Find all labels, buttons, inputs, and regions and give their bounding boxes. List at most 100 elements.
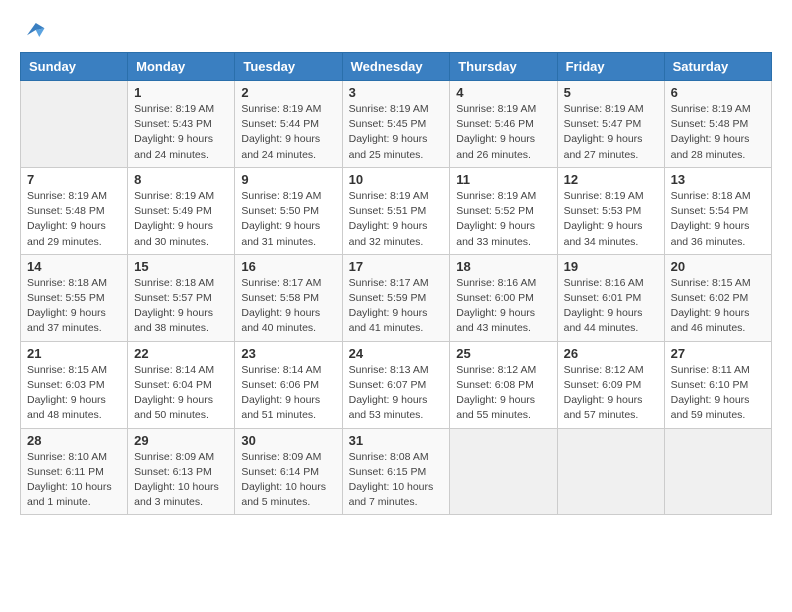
day-detail: Sunrise: 8:19 AMSunset: 5:48 PMDaylight:… [27,189,121,250]
calendar-cell: 28 Sunrise: 8:10 AMSunset: 6:11 PMDayligh… [21,428,128,515]
day-detail: Sunrise: 8:13 AMSunset: 6:07 PMDaylight:… [349,363,444,424]
day-number: 10 [349,172,444,187]
day-detail: Sunrise: 8:19 AMSunset: 5:51 PMDaylight:… [349,189,444,250]
day-number: 11 [456,172,550,187]
day-detail: Sunrise: 8:12 AMSunset: 6:09 PMDaylight:… [564,363,658,424]
calendar-cell [450,428,557,515]
calendar-cell: 3 Sunrise: 8:19 AMSunset: 5:45 PMDaylight… [342,81,450,168]
calendar-cell [557,428,664,515]
day-number: 14 [27,259,121,274]
calendar-body: 1 Sunrise: 8:19 AMSunset: 5:43 PMDaylight… [21,81,772,515]
day-detail: Sunrise: 8:19 AMSunset: 5:45 PMDaylight:… [349,102,444,163]
calendar-cell: 12 Sunrise: 8:19 AMSunset: 5:53 PMDayligh… [557,167,664,254]
calendar-cell: 6Sunrise: 8:19 AMSunset: 5:48 PMDaylight… [664,81,771,168]
day-number: 12 [564,172,658,187]
calendar-cell: 8 Sunrise: 8:19 AMSunset: 5:49 PMDaylight… [128,167,235,254]
calendar-cell: 24 Sunrise: 8:13 AMSunset: 6:07 PMDayligh… [342,341,450,428]
day-detail: Sunrise: 8:16 AMSunset: 6:01 PMDaylight:… [564,276,658,337]
day-detail: Sunrise: 8:19 AMSunset: 5:43 PMDaylight:… [134,102,228,163]
day-number: 30 [241,433,335,448]
weekday-header-row: SundayMondayTuesdayWednesdayThursdayFrid… [21,53,772,81]
calendar-cell [664,428,771,515]
logo-icon [20,16,48,44]
day-number: 1 [134,85,228,100]
day-detail: Sunrise: 8:11 AMSunset: 6:10 PMDaylight:… [671,363,765,424]
calendar-table: SundayMondayTuesdayWednesdayThursdayFrid… [20,52,772,515]
calendar-cell: 22 Sunrise: 8:14 AMSunset: 6:04 PMDayligh… [128,341,235,428]
day-detail: Sunrise: 8:18 AMSunset: 5:54 PMDaylight:… [671,189,765,250]
day-detail: Sunrise: 8:09 AMSunset: 6:13 PMDaylight:… [134,450,228,511]
day-number: 19 [564,259,658,274]
page-header [20,16,772,44]
logo [20,16,52,44]
calendar-cell: 1 Sunrise: 8:19 AMSunset: 5:43 PMDaylight… [128,81,235,168]
day-detail: Sunrise: 8:09 AMSunset: 6:14 PMDaylight:… [241,450,335,511]
day-number: 7 [27,172,121,187]
day-number: 18 [456,259,550,274]
day-number: 26 [564,346,658,361]
calendar-week-0: 1 Sunrise: 8:19 AMSunset: 5:43 PMDaylight… [21,81,772,168]
weekday-header-wednesday: Wednesday [342,53,450,81]
weekday-header-thursday: Thursday [450,53,557,81]
day-detail: Sunrise: 8:17 AMSunset: 5:58 PMDaylight:… [241,276,335,337]
day-detail: Sunrise: 8:14 AMSunset: 6:04 PMDaylight:… [134,363,228,424]
day-number: 28 [27,433,121,448]
day-number: 16 [241,259,335,274]
weekday-header-sunday: Sunday [21,53,128,81]
calendar-week-1: 7 Sunrise: 8:19 AMSunset: 5:48 PMDaylight… [21,167,772,254]
day-number: 21 [27,346,121,361]
calendar-cell: 14Sunrise: 8:18 AMSunset: 5:55 PMDayligh… [21,254,128,341]
calendar-cell: 21Sunrise: 8:15 AMSunset: 6:03 PMDayligh… [21,341,128,428]
calendar-cell: 11 Sunrise: 8:19 AMSunset: 5:52 PMDayligh… [450,167,557,254]
calendar-cell: 26 Sunrise: 8:12 AMSunset: 6:09 PMDayligh… [557,341,664,428]
weekday-header-friday: Friday [557,53,664,81]
calendar-cell: 2 Sunrise: 8:19 AMSunset: 5:44 PMDaylight… [235,81,342,168]
weekday-header-tuesday: Tuesday [235,53,342,81]
day-number: 17 [349,259,444,274]
calendar-cell: 19 Sunrise: 8:16 AMSunset: 6:01 PMDayligh… [557,254,664,341]
calendar-cell: 18Sunrise: 8:16 AMSunset: 6:00 PMDayligh… [450,254,557,341]
day-number: 23 [241,346,335,361]
day-detail: Sunrise: 8:19 AMSunset: 5:52 PMDaylight:… [456,189,550,250]
day-number: 15 [134,259,228,274]
day-detail: Sunrise: 8:12 AMSunset: 6:08 PMDaylight:… [456,363,550,424]
day-detail: Sunrise: 8:19 AMSunset: 5:50 PMDaylight:… [241,189,335,250]
day-number: 27 [671,346,765,361]
day-number: 13 [671,172,765,187]
day-number: 2 [241,85,335,100]
calendar-cell: 17 Sunrise: 8:17 AMSunset: 5:59 PMDayligh… [342,254,450,341]
day-detail: Sunrise: 8:17 AMSunset: 5:59 PMDaylight:… [349,276,444,337]
day-number: 4 [456,85,550,100]
day-number: 8 [134,172,228,187]
day-detail: Sunrise: 8:19 AMSunset: 5:46 PMDaylight:… [456,102,550,163]
day-number: 31 [349,433,444,448]
calendar-week-4: 28 Sunrise: 8:10 AMSunset: 6:11 PMDayligh… [21,428,772,515]
day-number: 3 [349,85,444,100]
day-number: 24 [349,346,444,361]
calendar-cell: 27 Sunrise: 8:11 AMSunset: 6:10 PMDayligh… [664,341,771,428]
day-detail: Sunrise: 8:08 AMSunset: 6:15 PMDaylight:… [349,450,444,511]
calendar-cell: 30 Sunrise: 8:09 AMSunset: 6:14 PMDayligh… [235,428,342,515]
day-detail: Sunrise: 8:18 AMSunset: 5:57 PMDaylight:… [134,276,228,337]
weekday-header-monday: Monday [128,53,235,81]
day-number: 29 [134,433,228,448]
calendar-header: SundayMondayTuesdayWednesdayThursdayFrid… [21,53,772,81]
calendar-cell: 13 Sunrise: 8:18 AMSunset: 5:54 PMDayligh… [664,167,771,254]
day-number: 22 [134,346,228,361]
calendar-cell: 16 Sunrise: 8:17 AMSunset: 5:58 PMDayligh… [235,254,342,341]
calendar-cell: 31 Sunrise: 8:08 AMSunset: 6:15 PMDayligh… [342,428,450,515]
calendar-cell: 23 Sunrise: 8:14 AMSunset: 6:06 PMDayligh… [235,341,342,428]
day-number: 5 [564,85,658,100]
calendar-week-3: 21Sunrise: 8:15 AMSunset: 6:03 PMDayligh… [21,341,772,428]
day-detail: Sunrise: 8:15 AMSunset: 6:02 PMDaylight:… [671,276,765,337]
day-detail: Sunrise: 8:19 AMSunset: 5:49 PMDaylight:… [134,189,228,250]
day-number: 20 [671,259,765,274]
day-number: 25 [456,346,550,361]
day-detail: Sunrise: 8:19 AMSunset: 5:44 PMDaylight:… [241,102,335,163]
day-detail: Sunrise: 8:14 AMSunset: 6:06 PMDaylight:… [241,363,335,424]
day-detail: Sunrise: 8:10 AMSunset: 6:11 PMDaylight:… [27,450,121,511]
calendar-cell: 20 Sunrise: 8:15 AMSunset: 6:02 PMDayligh… [664,254,771,341]
calendar-cell: 7 Sunrise: 8:19 AMSunset: 5:48 PMDaylight… [21,167,128,254]
day-number: 9 [241,172,335,187]
day-detail: Sunrise: 8:19 AMSunset: 5:53 PMDaylight:… [564,189,658,250]
